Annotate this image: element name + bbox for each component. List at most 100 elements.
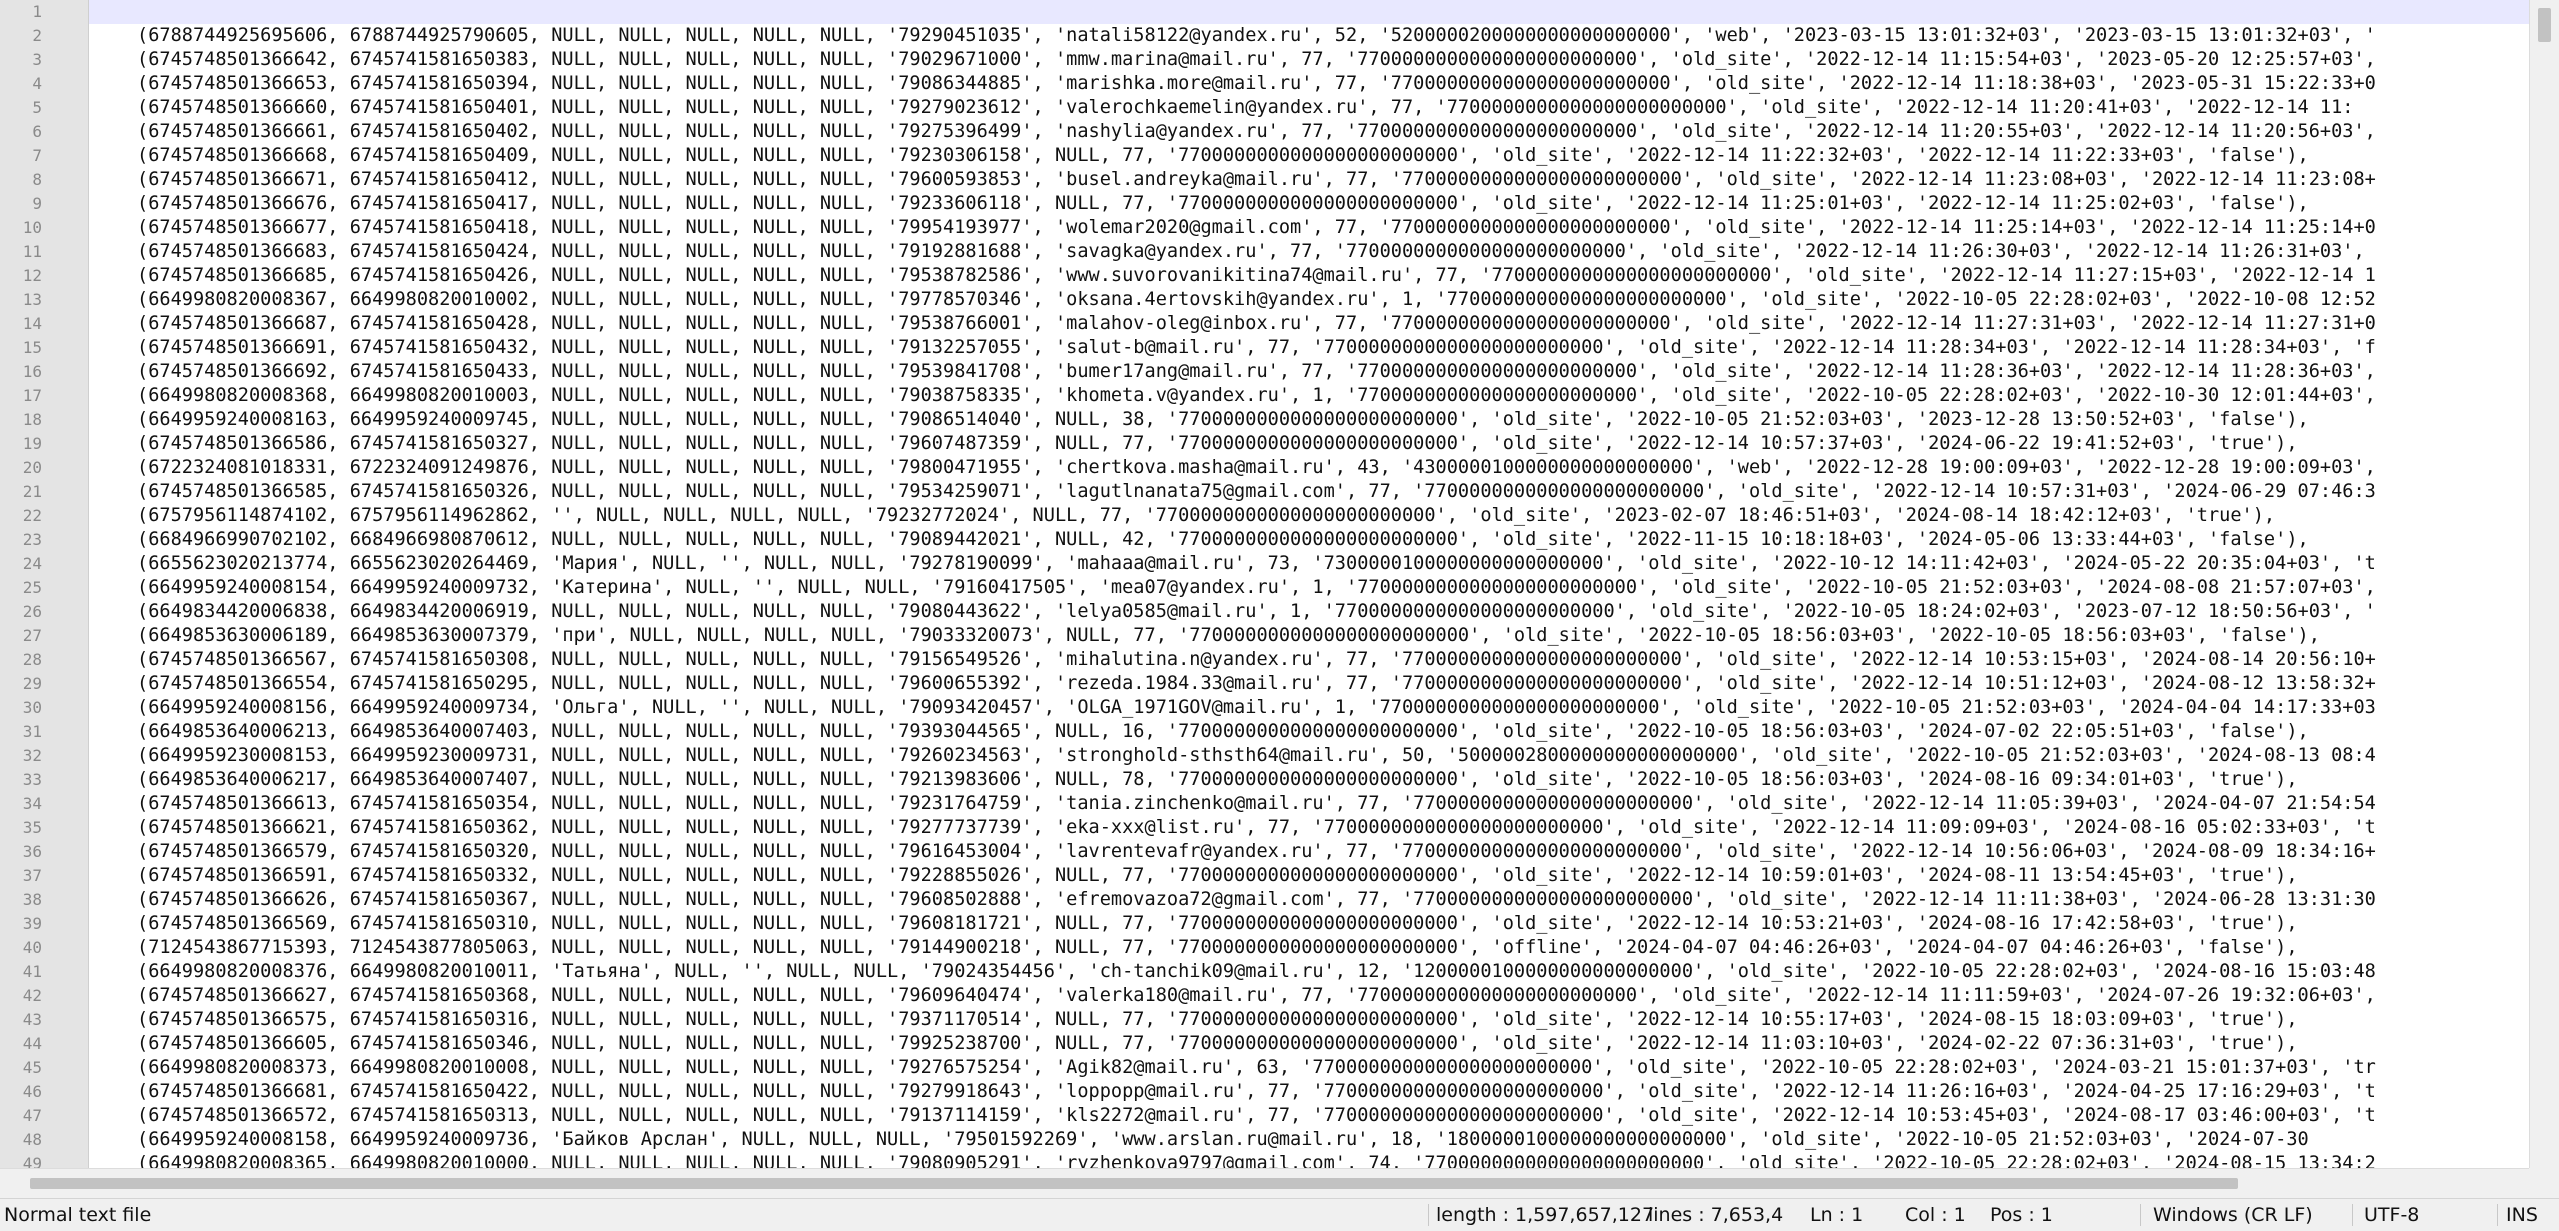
scrollbar-corner (2529, 1168, 2559, 1198)
text-line[interactable]: (6745748501366677, 6745741581650418, NUL… (137, 216, 2529, 240)
status-encoding[interactable]: UTF-8 (2364, 1199, 2419, 1231)
text-line[interactable]: (6745748501366554, 6745741581650295, NUL… (137, 672, 2529, 696)
vertical-scrollbar[interactable] (2529, 0, 2559, 1168)
text-line[interactable]: (6649980820008367, 6649980820010002, NUL… (137, 288, 2529, 312)
line-number: 29 (22, 674, 42, 693)
line-number: 48 (22, 1130, 42, 1149)
text-line[interactable]: (6649959240008156, 6649959240009734, 'Ол… (137, 696, 2529, 720)
text-line[interactable]: (6745748501366591, 6745741581650332, NUL… (137, 864, 2529, 888)
line-number: 4 (32, 74, 42, 93)
text-line[interactable]: (6745748501366605, 6745741581650346, NUL… (137, 1032, 2529, 1056)
text-line[interactable]: (6745748501366661, 6745741581650402, NUL… (137, 120, 2529, 144)
text-line[interactable]: (6745748501366671, 6745741581650412, NUL… (137, 168, 2529, 192)
line-number: 35 (22, 818, 42, 837)
text-line[interactable]: (6745748501366586, 6745741581650327, NUL… (137, 432, 2529, 456)
text-editor[interactable]: 1 2 (6788744925695606, 6788744925790605, N… (0, 0, 2529, 1168)
text-line[interactable]: (6684966990702102, 6684966980870612, NUL… (137, 528, 2529, 552)
line-number: 45 (22, 1058, 42, 1077)
text-line[interactable]: (6722324081018331, 6722324091249876, NUL… (137, 456, 2529, 480)
text-line[interactable]: (6745748501366692, 6745741581650433, NUL… (137, 360, 2529, 384)
text-line[interactable]: (6745748501366642, 6745741581650383, NUL… (137, 48, 2529, 72)
line-number: 31 (22, 722, 42, 741)
text-line[interactable]: (6745748501366585, 6745741581650326, NUL… (137, 480, 2529, 504)
text-line[interactable]: (6745748501366685, 6745741581650426, NUL… (137, 264, 2529, 288)
status-eol-format[interactable]: Windows (CR LF) (2153, 1199, 2313, 1231)
text-line[interactable]: (6745748501366572, 6745741581650313, NUL… (137, 1104, 2529, 1128)
line-number: 12 (22, 266, 42, 285)
line-number: 22 (22, 506, 42, 525)
line-number: 1 (32, 2, 42, 21)
text-line[interactable]: (6745748501366626, 6745741581650367, NUL… (137, 888, 2529, 912)
text-line[interactable]: (6745748501366621, 6745741581650362, NUL… (137, 816, 2529, 840)
status-insert-mode[interactable]: INS (2506, 1199, 2538, 1231)
line-number: 18 (22, 410, 42, 429)
text-line[interactable]: (6788744925695606, 6788744925790605, NUL… (137, 24, 2529, 48)
status-file-type: Normal text file (4, 1204, 152, 1226)
status-cursor-line: Ln : 1 (1810, 1204, 1864, 1226)
text-line[interactable]: (6745748501366668, 6745741581650409, NUL… (137, 144, 2529, 168)
line-number: 47 (22, 1106, 42, 1125)
line-number: 6 (32, 122, 42, 141)
text-line[interactable]: (6649834420006838, 6649834420006919, NUL… (137, 600, 2529, 624)
text-line[interactable]: (6745748501366691, 6745741581650432, NUL… (137, 336, 2529, 360)
text-line[interactable]: (6745748501366681, 6745741581650422, NUL… (137, 1080, 2529, 1104)
text-line[interactable]: (6649853640006213, 6649853640007403, NUL… (137, 720, 2529, 744)
text-line[interactable]: (6745748501366627, 6745741581650368, NUL… (137, 984, 2529, 1008)
status-cursor-pos: Pos : 1 (1990, 1204, 2053, 1226)
line-number: 15 (22, 338, 42, 357)
line-number: 19 (22, 434, 42, 453)
line-number: 9 (32, 194, 42, 213)
line-number: 21 (22, 482, 42, 501)
text-line[interactable]: (6649980820008368, 6649980820010003, NUL… (137, 384, 2529, 408)
text-line[interactable]: (6649959230008153, 6649959230009731, NUL… (137, 744, 2529, 768)
text-line[interactable]: (6745748501366579, 6745741581650320, NUL… (137, 840, 2529, 864)
text-line[interactable]: (6757956114874102, 6757956114962862, '',… (137, 504, 2529, 528)
text-line[interactable]: (6745748501366687, 6745741581650428, NUL… (137, 312, 2529, 336)
line-number: 5 (32, 98, 42, 117)
line-number: 42 (22, 986, 42, 1005)
line-number: 26 (22, 602, 42, 621)
text-line[interactable]: (6649959240008158, 6649959240009736, 'Ба… (137, 1128, 2529, 1152)
line-number: 30 (22, 698, 42, 717)
line-number: 44 (22, 1034, 42, 1053)
status-separator (2497, 1204, 2498, 1226)
line-number: 8 (32, 170, 42, 189)
line-number: 43 (22, 1010, 42, 1029)
text-line[interactable]: (6745748501366567, 6745741581650308, NUL… (137, 648, 2529, 672)
vertical-scroll-thumb[interactable] (2538, 8, 2551, 42)
text-line[interactable]: (6649980820008373, 6649980820010008, NUL… (137, 1056, 2529, 1080)
line-number: 32 (22, 746, 42, 765)
gutter-divider (88, 0, 89, 1168)
line-number: 38 (22, 890, 42, 909)
line-number: 34 (22, 794, 42, 813)
text-line[interactable]: (6745748501366676, 6745741581650417, NUL… (137, 192, 2529, 216)
text-line[interactable]: (6745748501366569, 6745741581650310, NUL… (137, 912, 2529, 936)
text-line[interactable]: (6649959240008163, 6649959240009745, NUL… (137, 408, 2529, 432)
status-length: length : 1,597,657,127 (1436, 1204, 1655, 1226)
status-separator (2352, 1204, 2353, 1226)
horizontal-scrollbar[interactable] (0, 1168, 2529, 1198)
line-number: 40 (22, 938, 42, 957)
line-number: 17 (22, 386, 42, 405)
text-line[interactable]: (6649980820008365, 6649980820010000, NUL… (137, 1152, 2529, 1168)
text-line[interactable]: (7124543867715393, 7124543877805063, NUL… (137, 936, 2529, 960)
line-number: 3 (32, 50, 42, 69)
text-line[interactable]: (6649853630006189, 6649853630007379, 'пр… (137, 624, 2529, 648)
text-line[interactable]: (6745748501366653, 6745741581650394, NUL… (137, 72, 2529, 96)
horizontal-scroll-thumb[interactable] (30, 1178, 2238, 1189)
status-bar: Normal text file length : 1,597,657,127 … (0, 1198, 2559, 1231)
text-line[interactable]: (6655623020213774, 6655623020264469, 'Ма… (137, 552, 2529, 576)
text-line[interactable]: (6745748501366660, 6745741581650401, NUL… (137, 96, 2529, 120)
line-number: 39 (22, 914, 42, 933)
text-line[interactable]: (6649980820008376, 6649980820010011, 'Та… (137, 960, 2529, 984)
text-line[interactable]: (6649959240008154, 6649959240009732, 'Ка… (137, 576, 2529, 600)
text-line[interactable]: (6649853640006217, 6649853640007407, NUL… (137, 768, 2529, 792)
status-cursor-col: Col : 1 (1905, 1204, 1966, 1226)
text-line[interactable]: (6745748501366613, 6745741581650354, NUL… (137, 792, 2529, 816)
text-line[interactable]: (6745748501366683, 6745741581650424, NUL… (137, 240, 2529, 264)
line-number: 23 (22, 530, 42, 549)
line-number: 28 (22, 650, 42, 669)
line-number: 46 (22, 1082, 42, 1101)
text-line[interactable] (137, 0, 2529, 24)
text-line[interactable]: (6745748501366575, 6745741581650316, NUL… (137, 1008, 2529, 1032)
